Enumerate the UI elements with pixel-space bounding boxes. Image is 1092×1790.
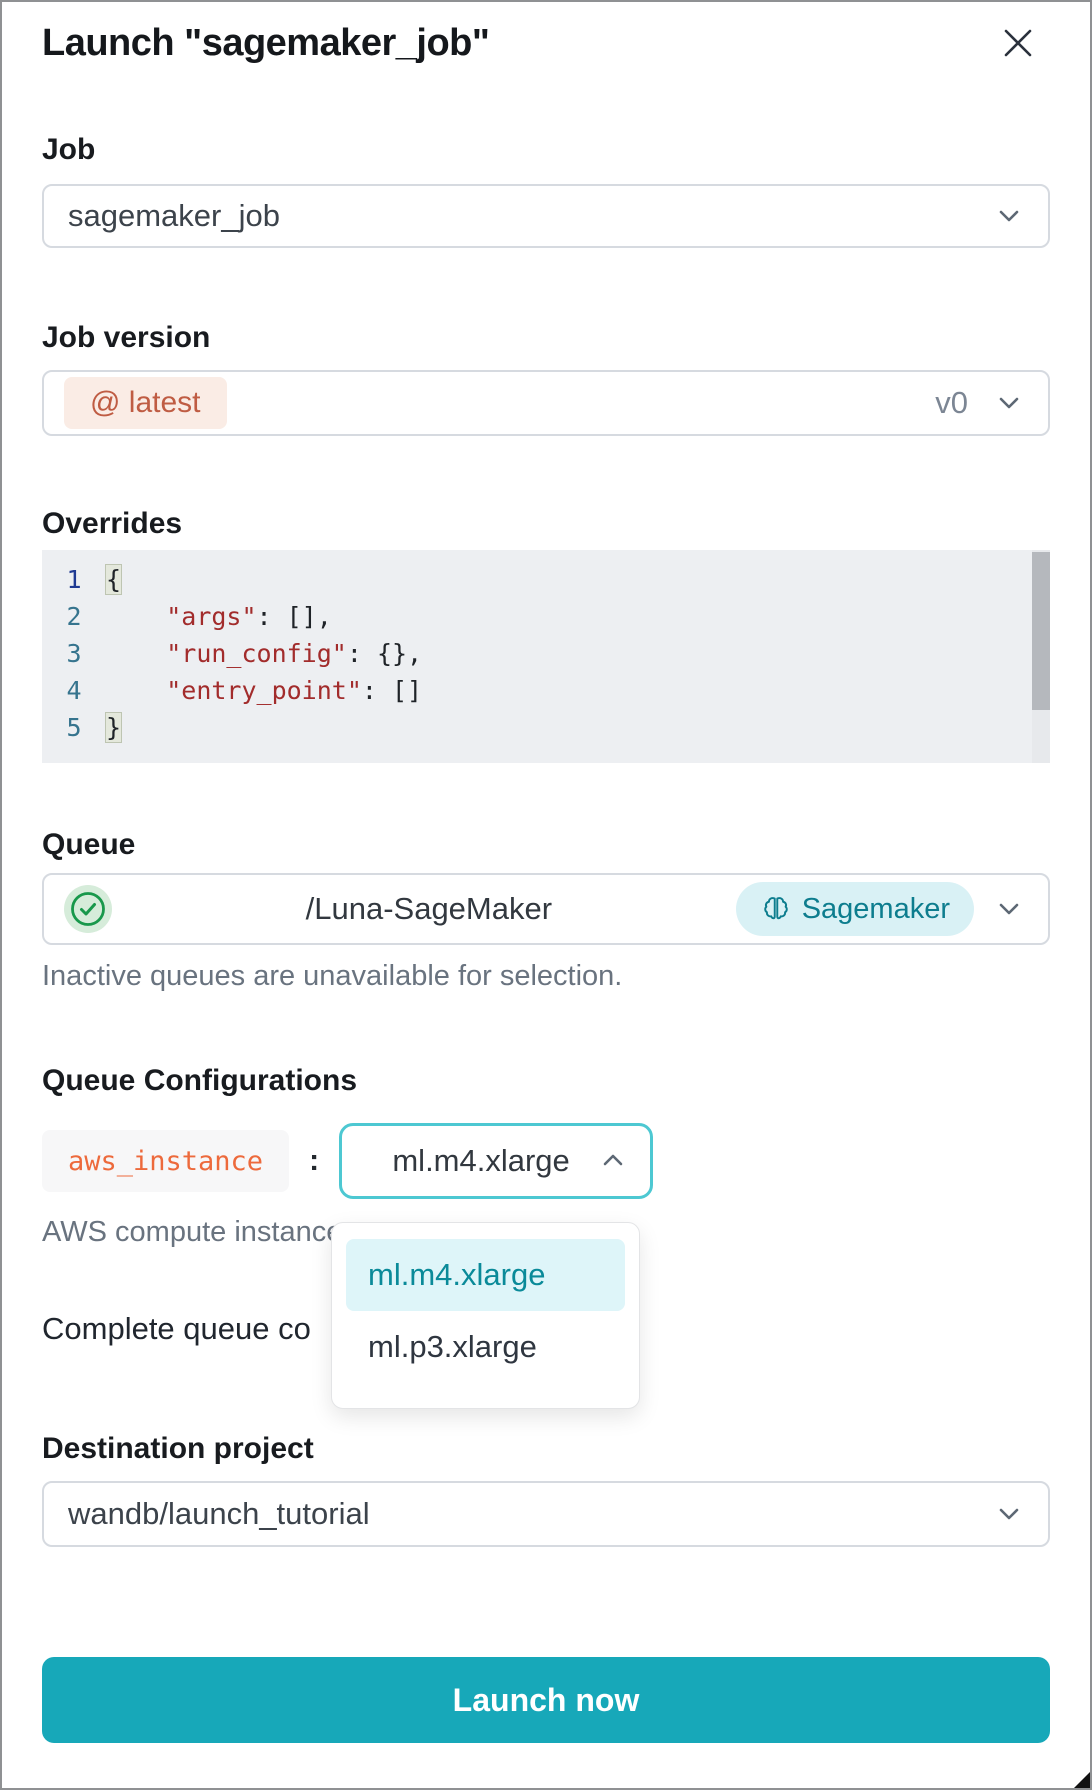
instance-option-ml.p3.xlarge[interactable]: ml.p3.xlarge [346,1311,625,1383]
latest-tag: @ latest [64,377,227,429]
destination-select[interactable]: wandb/launch_tutorial [42,1481,1050,1547]
job-version-select[interactable]: @ latest v0 [42,370,1050,436]
close-button[interactable] [998,24,1038,64]
code-line: 4 "entry_point": [] [42,672,1050,709]
code-text: "args": [], [106,598,332,635]
code-text: "entry_point": [] [106,672,422,709]
check-circle-icon [66,887,110,931]
code-text: { [106,561,121,598]
code-line: 5} [42,709,1050,746]
close-icon [1000,25,1036,61]
brain-icon [760,893,792,925]
page-title: Launch "sagemaker_job" [42,18,489,68]
code-text: } [106,709,121,746]
code-text: "run_config": {}, [106,635,422,672]
chevron-down-icon [994,894,1024,924]
overrides-label: Overrides [42,506,1050,542]
destination-label: Destination project [42,1431,1050,1467]
queue-config-label: Queue Configurations [42,1063,1050,1099]
queue-config-row: aws_instance : ml.m4.xlarge [42,1123,1050,1199]
config-key-chip: aws_instance [42,1130,289,1192]
mouse-cursor-artifact [1074,1772,1090,1788]
line-number: 5 [42,709,106,746]
chevron-up-icon [598,1146,628,1176]
destination-select-value: wandb/launch_tutorial [68,1496,370,1532]
header: Launch "sagemaker_job" [42,2,1050,68]
config-separator: : [309,1144,319,1178]
queue-helper-text: Inactive queues are unavailable for sele… [42,959,1050,993]
line-number: 3 [42,635,106,672]
chevron-down-icon [994,1499,1024,1529]
queue-select-value: /Luna-SageMaker [122,891,736,927]
version-number: v0 [935,385,968,421]
line-number: 2 [42,598,106,635]
instance-select[interactable]: ml.m4.xlarge [339,1123,653,1199]
launch-drawer: Launch "sagemaker_job" Job sagemaker_job… [0,0,1092,1790]
job-select-value: sagemaker_job [68,198,280,234]
chevron-down-icon [994,201,1024,231]
chevron-down-icon [994,388,1024,418]
code-scrollbar [1032,550,1050,763]
code-scrollbar-thumb[interactable] [1032,552,1050,710]
job-select[interactable]: sagemaker_job [42,184,1050,248]
instance-option-ml.m4.xlarge[interactable]: ml.m4.xlarge [346,1239,625,1311]
launch-now-button[interactable]: Launch now [42,1657,1050,1743]
queue-select[interactable]: /Luna-SageMaker Sagemaker [42,873,1050,945]
line-number: 1 [42,561,106,598]
job-label: Job [42,132,1050,168]
line-number: 4 [42,672,106,709]
sagemaker-badge-label: Sagemaker [802,893,950,926]
overrides-code-editor[interactable]: 1{2 "args": [],3 "run_config": {},4 "ent… [42,550,1050,763]
instance-options-menu: ml.m4.xlargeml.p3.xlarge [331,1222,640,1409]
code-line: 1{ [42,561,1050,598]
queue-label: Queue [42,827,1050,863]
code-line: 3 "run_config": {}, [42,635,1050,672]
instance-select-value: ml.m4.xlarge [364,1143,598,1179]
code-line: 2 "args": [], [42,598,1050,635]
sagemaker-badge: Sagemaker [736,882,974,936]
queue-active-badge [64,885,112,933]
job-version-label: Job version [42,320,1050,356]
